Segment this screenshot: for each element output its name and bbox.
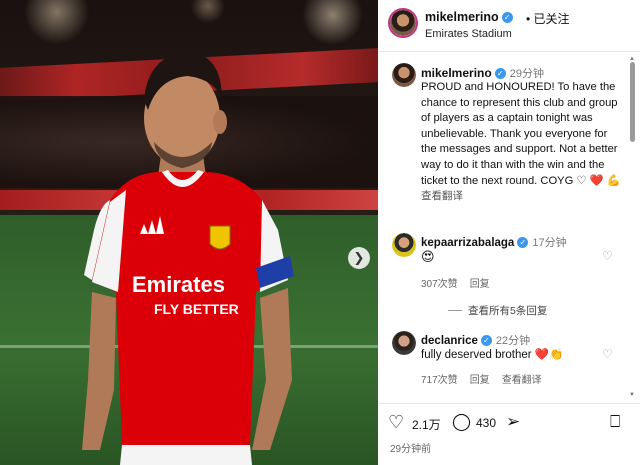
caption-author[interactable]: mikelmerino ✓ 29分钟 [421, 65, 544, 81]
comment-see-translation[interactable]: 查看翻译 [502, 375, 542, 386]
author-username-header[interactable]: mikelmerino ✓ [425, 10, 513, 24]
like-count[interactable]: 2.1万 [412, 416, 441, 433]
scrollbar-down-arrow-icon[interactable]: ▼ [629, 392, 635, 398]
instagram-post-window: Emirates FLY BETTER ❯ mikelmerino ✓ • 已关注… [0, 0, 640, 465]
location-link[interactable]: Emirates Stadium [425, 28, 512, 40]
comment-like-heart-icon[interactable]: ♡ [602, 249, 613, 263]
comment-bubble-icon[interactable]: ◯ [452, 412, 471, 432]
follow-status-text: 已关注 [533, 12, 570, 26]
comment-text: 😍 [421, 249, 435, 264]
caption-author-name: mikelmerino [421, 66, 492, 80]
comment-meta-declan: 717次赞 回复 查看翻译 [421, 371, 554, 386]
post-actions-bar: ♡ 2.1万 ◯ 430 ➢ ⎕ 29分钟前 [378, 403, 640, 465]
save-bookmark-icon[interactable]: ⎕ [610, 412, 620, 432]
scrollbar-thumb[interactable] [630, 62, 635, 142]
comments-scroll-area[interactable]: mikelmerino ✓ 29分钟 PROUD and HONOURED! To … [378, 53, 640, 403]
comment-meta-kepa: 307次赞 回复 [421, 275, 502, 290]
comment-likes[interactable]: 717次赞 [421, 375, 458, 386]
follow-status-button[interactable]: • 已关注 [526, 10, 570, 27]
comment-time: 22分钟 [495, 335, 531, 347]
verified-badge-icon: ✓ [501, 12, 513, 23]
post-header: mikelmerino ✓ • 已关注 Emirates Stadium [378, 0, 640, 52]
caption-text-block: PROUD and HONOURED! To have the chance t… [421, 80, 621, 205]
comment-avatar-kepa[interactable] [392, 233, 416, 257]
comment-text: fully deserved brother ❤️👏 [421, 349, 564, 361]
comment-header-kepa: kepaarrizabalaga ✓ 17分钟 [421, 233, 567, 251]
comment-author[interactable]: declanrice [421, 335, 478, 347]
comment-like-heart-icon[interactable]: ♡ [602, 347, 613, 361]
verified-badge-icon: ✓ [517, 237, 529, 248]
comment-likes[interactable]: 307次赞 [421, 279, 458, 290]
caption-author-avatar[interactable] [392, 63, 416, 87]
caption-text: PROUD and HONOURED! To have the chance t… [421, 81, 621, 187]
post-photo[interactable]: Emirates FLY BETTER ❯ [0, 0, 378, 465]
see-translation-link[interactable]: 查看翻译 [421, 189, 621, 205]
author-username-text: mikelmerino [425, 10, 499, 24]
comment-author[interactable]: kepaarrizabalaga [421, 237, 514, 249]
share-paper-plane-icon[interactable]: ➢ [506, 412, 520, 432]
post-timestamp: 29分钟前 [390, 444, 432, 455]
post-detail-panel: mikelmerino ✓ • 已关注 Emirates Stadium mike… [378, 0, 640, 465]
verified-badge-icon: ✓ [494, 68, 506, 79]
author-avatar[interactable] [388, 8, 418, 38]
caption-time: 29分钟 [509, 68, 544, 80]
view-all-replies-link[interactable]: 查看所有5条回复 [448, 303, 547, 318]
comment-count[interactable]: 430 [476, 416, 496, 430]
jersey-sponsor-tagline: FLY BETTER [154, 301, 239, 317]
carousel-next-button[interactable]: ❯ [348, 247, 370, 269]
verified-badge-icon: ✓ [480, 335, 492, 346]
comment-reply[interactable]: 回复 [470, 375, 490, 386]
comment-time: 17分钟 [532, 237, 567, 249]
comment-avatar-declan[interactable] [392, 331, 416, 355]
like-heart-icon[interactable]: ♡ [388, 412, 404, 433]
jersey-sponsor-text: Emirates [132, 272, 225, 297]
player-figure: Emirates FLY BETTER [82, 52, 294, 465]
comment-reply[interactable]: 回复 [470, 279, 490, 290]
